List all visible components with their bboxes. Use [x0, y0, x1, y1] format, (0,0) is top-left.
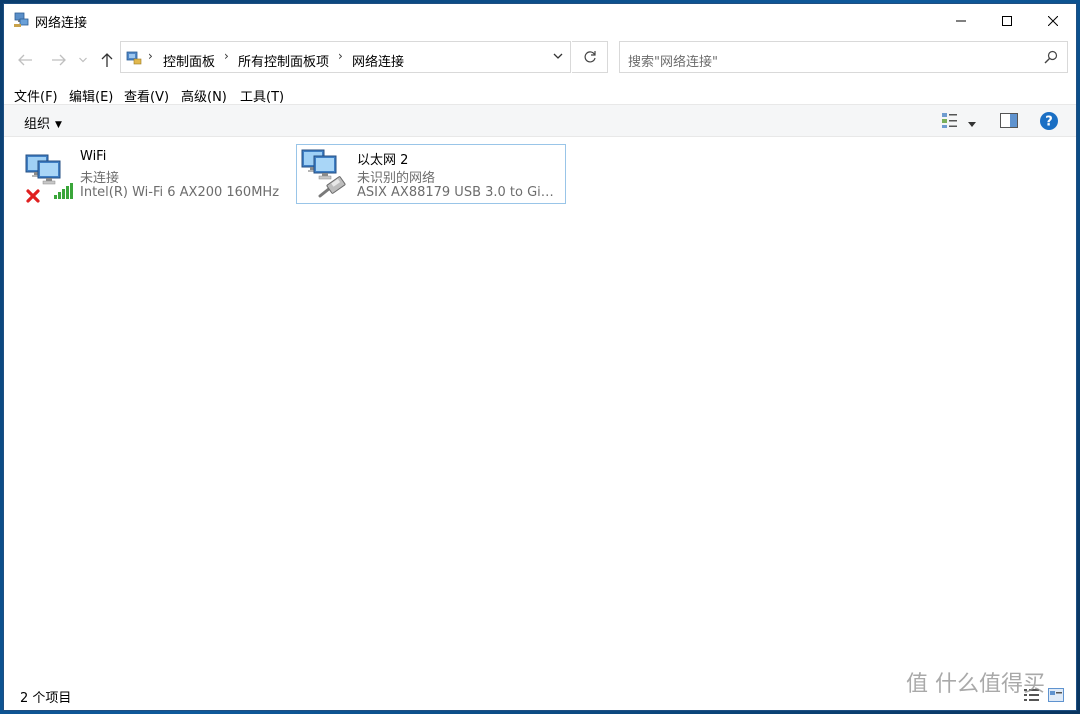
- change-view-button[interactable]: [941, 112, 959, 133]
- explorer-window: 网络连接 › 控制面板 › 所有控制面板项 › 网络连接 搜索"网络连接" 文件…: [4, 4, 1076, 710]
- caret-down-icon: [968, 122, 976, 127]
- search-box[interactable]: 搜索"网络连接": [619, 41, 1068, 73]
- connection-device: Intel(R) Wi-Fi 6 AX200 160MHz: [80, 185, 280, 200]
- menu-file[interactable]: 文件(F): [14, 86, 58, 105]
- breadcrumb-control-panel[interactable]: 控制面板: [163, 51, 215, 70]
- preview-pane-button[interactable]: [1000, 113, 1018, 132]
- disconnected-x-icon: [26, 189, 40, 203]
- breadcrumb-all-items[interactable]: 所有控制面板项: [238, 51, 329, 70]
- connection-device: ASIX AX88179 USB 3.0 to Giga...: [357, 185, 562, 200]
- breadcrumb-separator: ›: [224, 49, 229, 63]
- refresh-button[interactable]: [572, 41, 608, 73]
- command-bar: 组织 ▼ ?: [4, 104, 1076, 137]
- maximize-button[interactable]: [984, 4, 1030, 37]
- minimize-button[interactable]: [938, 4, 984, 37]
- search-placeholder: 搜索"网络连接": [628, 55, 718, 70]
- caret-down-icon: ▼: [55, 119, 62, 130]
- back-button[interactable]: [14, 49, 36, 71]
- organize-button[interactable]: 组织 ▼: [24, 113, 62, 132]
- breadcrumb-network-connections[interactable]: 网络连接: [352, 51, 404, 70]
- up-button[interactable]: [96, 49, 118, 71]
- menu-bar: 文件(F) 编辑(E) 查看(V) 高级(N) 工具(T): [4, 83, 1076, 105]
- connection-name: 以太网 2: [357, 153, 409, 168]
- item-count: 2 个项目: [20, 691, 72, 706]
- title-bar[interactable]: 网络连接: [4, 4, 1076, 37]
- watermark: 值 什么值得买: [906, 672, 1045, 697]
- tiles-view-icon: [1048, 688, 1064, 702]
- arrow-right-icon: [52, 54, 66, 66]
- menu-tools[interactable]: 工具(T): [240, 86, 284, 105]
- svg-text:?: ?: [1045, 115, 1053, 130]
- breadcrumb-separator: ›: [148, 49, 153, 63]
- search-icon[interactable]: [1044, 50, 1058, 68]
- connection-item-ethernet-2[interactable]: 以太网 2 未识别的网络 ASIX AX88179 USB 3.0 to Gig…: [296, 144, 566, 204]
- connection-status: 未连接: [80, 171, 120, 186]
- arrow-left-icon: [18, 54, 32, 66]
- wifi-network-icon: [24, 151, 76, 203]
- menu-edit[interactable]: 编辑(E): [69, 86, 113, 105]
- breadcrumb-separator: ›: [338, 49, 343, 63]
- chevron-down-icon: [553, 53, 563, 59]
- menu-view[interactable]: 查看(V): [124, 86, 169, 105]
- ethernet-cable-icon: [318, 176, 346, 198]
- help-icon: ?: [1040, 112, 1058, 130]
- control-panel-icon: [126, 50, 142, 66]
- refresh-icon: [584, 51, 596, 63]
- recent-locations-button[interactable]: [76, 49, 90, 71]
- view-options-dropdown[interactable]: [968, 117, 976, 132]
- help-button[interactable]: ?: [1039, 111, 1059, 135]
- forward-button[interactable]: [48, 49, 70, 71]
- organize-label: 组织: [24, 117, 51, 132]
- chevron-down-icon: [79, 57, 87, 63]
- connection-item-wifi[interactable]: WiFi 未连接 Intel(R) Wi-Fi 6 AX200 160MHz: [20, 145, 290, 205]
- address-history-dropdown[interactable]: [552, 50, 564, 66]
- menu-advanced[interactable]: 高级(N): [181, 86, 227, 105]
- window-title: 网络连接: [35, 16, 88, 31]
- address-bar[interactable]: › 控制面板 › 所有控制面板项 › 网络连接: [120, 41, 571, 73]
- connection-status: 未识别的网络: [357, 171, 436, 186]
- signal-bars-icon: [54, 183, 73, 199]
- connections-list[interactable]: WiFi 未连接 Intel(R) Wi-Fi 6 AX200 160MHz 以…: [4, 137, 1076, 680]
- view-details-icon: [942, 113, 957, 128]
- navigation-row: › 控制面板 › 所有控制面板项 › 网络连接 搜索"网络连接": [4, 37, 1076, 83]
- close-button[interactable]: [1030, 4, 1076, 37]
- tiles-view-button[interactable]: [1048, 688, 1064, 706]
- network-connections-app-icon: [13, 12, 29, 28]
- ethernet-network-icon: [300, 148, 352, 200]
- preview-pane-icon: [1000, 113, 1018, 128]
- connection-name: WiFi: [80, 149, 107, 164]
- arrow-up-icon: [101, 53, 113, 67]
